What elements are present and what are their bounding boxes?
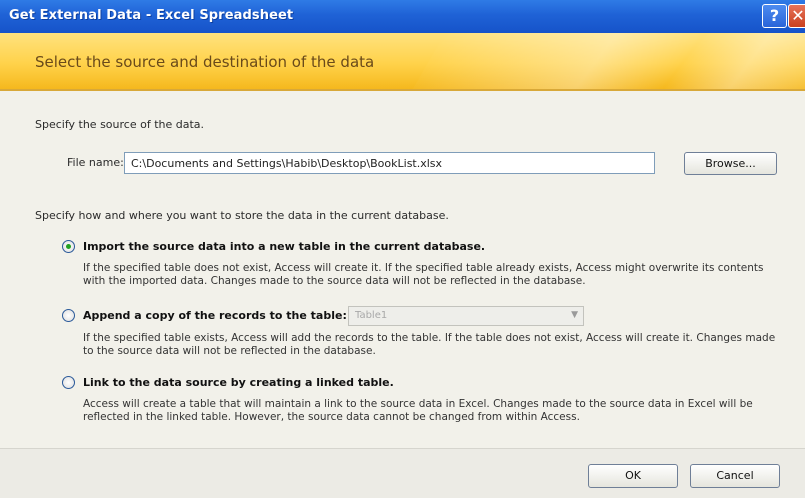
import-dialog: Get External Data - Excel Spreadsheet ? … (0, 0, 805, 498)
import-option-desc-line1: If the specified table does not exist, A… (83, 262, 764, 274)
chevron-down-icon: ▼ (571, 310, 578, 320)
banner-divider (0, 89, 805, 91)
banner-heading: Select the source and destination of the… (35, 53, 375, 71)
link-radio[interactable] (62, 376, 75, 389)
append-table-select: Table1 ▼ (348, 306, 584, 326)
close-icon[interactable]: ✕ (788, 4, 805, 28)
source-prompt: Specify the source of the data. (35, 118, 205, 131)
header-banner: Select the source and destination of the… (0, 33, 805, 89)
append-table-value: Table1 (355, 310, 388, 321)
append-option-desc-line2: to the source data will not be reflected… (83, 345, 376, 357)
browse-button[interactable]: Browse... (684, 152, 777, 175)
append-option-desc-line1: If the specified table exists, Access wi… (83, 332, 776, 344)
import-radio[interactable] (62, 240, 75, 253)
store-prompt: Specify how and where you want to store … (35, 209, 449, 222)
ok-button[interactable]: OK (588, 464, 678, 488)
title-bar[interactable]: Get External Data - Excel Spreadsheet ? … (0, 0, 805, 33)
dialog-footer: OK Cancel (0, 448, 805, 498)
file-name-input[interactable]: C:\Documents and Settings\Habib\Desktop\… (124, 152, 655, 174)
cancel-button[interactable]: Cancel (690, 464, 780, 488)
append-radio[interactable] (62, 309, 75, 322)
append-option-title[interactable]: Append a copy of the records to the tabl… (83, 309, 347, 322)
help-icon[interactable]: ? (762, 4, 787, 28)
link-option-desc-line1: Access will create a table that will mai… (83, 398, 753, 410)
import-option-desc-line2: with the imported data. Changes made to … (83, 275, 586, 287)
window-title: Get External Data - Excel Spreadsheet (9, 8, 294, 23)
link-option-desc-line2: reflected in the linked table. However, … (83, 411, 580, 423)
link-option-title[interactable]: Link to the data source by creating a li… (83, 376, 394, 389)
import-option-title[interactable]: Import the source data into a new table … (83, 240, 485, 253)
file-name-label: File name: (67, 156, 124, 169)
